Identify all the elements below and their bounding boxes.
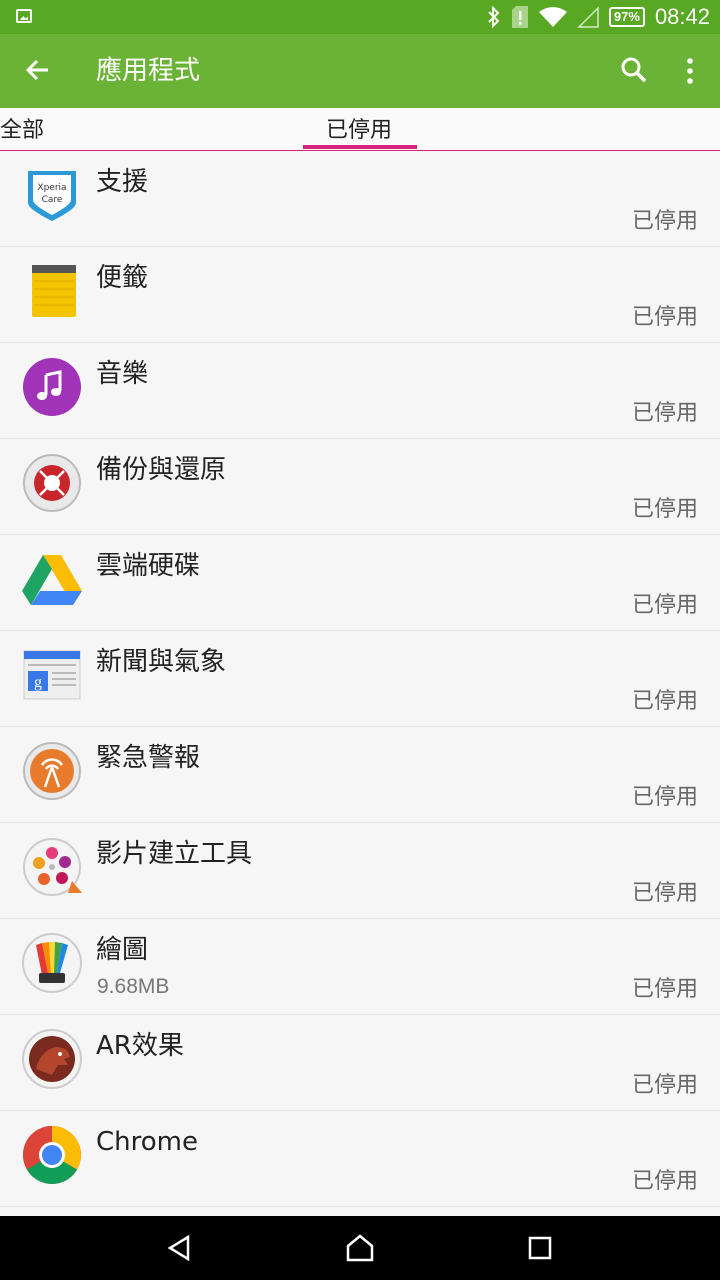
app-status: 已停用	[631, 305, 698, 330]
list-item[interactable]: g 新聞與氣象 已停用	[0, 631, 720, 727]
cell-signal-icon	[577, 6, 599, 28]
movie-creator-icon	[23, 838, 82, 896]
app-name: 便籤	[96, 263, 149, 293]
more-options-icon[interactable]	[678, 56, 702, 86]
list-item[interactable]: 繪圖 9.68MB 已停用	[0, 919, 720, 1015]
list-item[interactable]: 備份與還原 已停用	[0, 439, 720, 535]
list-item[interactable]: Chrome 已停用	[0, 1111, 720, 1207]
search-icon[interactable]	[620, 56, 648, 84]
app-status: 已停用	[631, 1073, 698, 1098]
app-status: 已停用	[631, 209, 698, 234]
svg-text:Xperia: Xperia	[37, 183, 66, 193]
list-item[interactable]: AR效果 已停用	[0, 1015, 720, 1111]
backup-restore-icon	[23, 454, 81, 512]
list-item[interactable]: 音樂 已停用	[0, 343, 720, 439]
app-status: 已停用	[631, 689, 698, 714]
app-list: Xperia Care 支援 已停用 便籤 已停用 音樂 已停用 備份與還原 已…	[0, 151, 720, 1207]
svg-text:g: g	[34, 674, 42, 691]
music-icon	[23, 358, 81, 416]
app-status: 已停用	[631, 593, 698, 618]
app-status: 已停用	[631, 785, 698, 810]
app-name: 緊急警報	[96, 743, 201, 773]
ar-effect-icon	[22, 1029, 82, 1089]
xperia-care-icon: Xperia Care	[28, 171, 76, 221]
bluetooth-icon	[488, 6, 500, 28]
app-name: 繪圖	[96, 935, 149, 965]
battery-indicator: 97%	[608, 7, 645, 27]
app-name: 影片建立工具	[96, 839, 253, 869]
list-item[interactable]: 雲端硬碟 已停用	[0, 535, 720, 631]
app-name: 音樂	[96, 359, 149, 389]
back-arrow-icon[interactable]	[22, 54, 54, 86]
nav-back-icon[interactable]	[166, 1234, 194, 1262]
app-status: 已停用	[631, 497, 698, 522]
nav-home-icon[interactable]	[346, 1234, 374, 1262]
google-drive-icon	[22, 555, 82, 605]
list-item[interactable]: 緊急警報 已停用	[0, 727, 720, 823]
app-status: 已停用	[631, 1169, 698, 1194]
list-item[interactable]: 便籤 已停用	[0, 247, 720, 343]
tab-disabled[interactable]: 已停用	[326, 112, 392, 144]
status-bar: 97% 08:42	[0, 0, 720, 34]
app-name: Chrome	[96, 1127, 198, 1157]
status-icons: 97% 08:42	[487, 0, 710, 34]
list-item[interactable]: 影片建立工具 已停用	[0, 823, 720, 919]
news-weather-icon: g	[23, 650, 81, 700]
image-notification-icon	[16, 9, 32, 23]
emergency-alert-icon	[23, 742, 81, 800]
app-status: 已停用	[631, 881, 698, 906]
nav-recents-icon[interactable]	[526, 1234, 554, 1262]
app-status: 已停用	[631, 401, 698, 426]
app-bar: 應用程式	[0, 34, 720, 108]
tab-indicator	[303, 145, 417, 149]
tab-all[interactable]: 全部	[0, 112, 44, 144]
app-status: 已停用	[631, 977, 698, 1002]
page-title: 應用程式	[96, 56, 201, 86]
tab-bar: 全部 已停用	[0, 108, 720, 151]
app-name: 雲端硬碟	[96, 551, 201, 581]
app-name: 新聞與氣象	[96, 647, 227, 677]
app-name: 支援	[96, 167, 149, 197]
navigation-bar	[0, 1216, 720, 1280]
app-size: 9.68MB	[97, 975, 170, 998]
svg-text:Care: Care	[42, 195, 63, 205]
sketch-icon	[22, 933, 82, 993]
app-name: AR效果	[96, 1031, 184, 1061]
list-item[interactable]: Xperia Care 支援 已停用	[0, 151, 720, 247]
sd-card-alert-icon	[511, 6, 528, 28]
chrome-icon	[23, 1126, 81, 1184]
notepad-icon	[32, 265, 76, 317]
clock: 08:42	[654, 4, 710, 29]
wifi-icon	[538, 7, 567, 27]
app-name: 備份與還原	[96, 455, 227, 485]
